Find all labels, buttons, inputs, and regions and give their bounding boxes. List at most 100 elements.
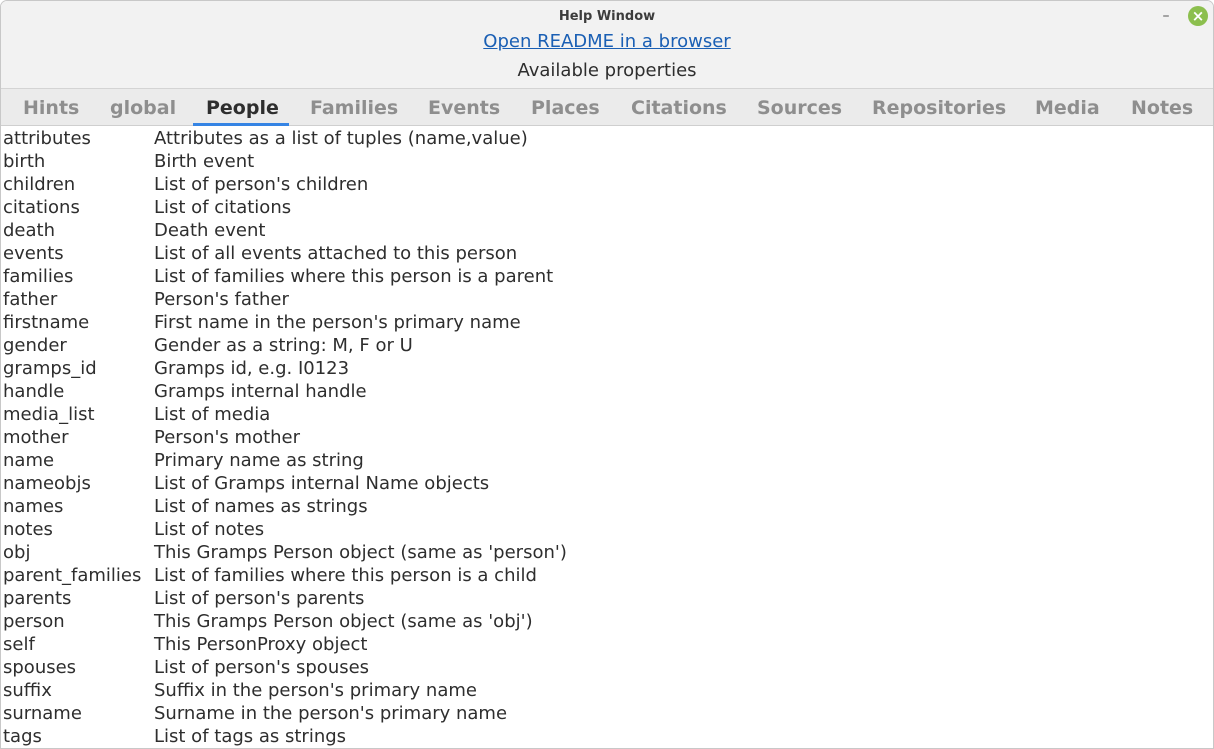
- tab-hints[interactable]: Hints: [23, 97, 79, 119]
- open-readme-link[interactable]: Open README in a browser: [1, 31, 1213, 52]
- minimize-button[interactable]: –: [1158, 7, 1174, 25]
- property-name: tags: [3, 726, 42, 747]
- property-name: death: [3, 220, 55, 241]
- table-row: parents List of person's parents: [1, 587, 1213, 610]
- property-description: This PersonProxy object: [154, 634, 368, 655]
- property-description: This Gramps Person object (same as 'obj'…: [154, 611, 533, 632]
- properties-table: attributes Attributes as a list of tuples…: [1, 127, 1213, 748]
- property-name: father: [3, 289, 58, 310]
- table-row: citations List of citations: [1, 196, 1213, 219]
- table-row: nameobjs List of Gramps internal Name obj…: [1, 472, 1213, 495]
- table-row: spouses List of person's spouses: [1, 656, 1213, 679]
- property-description: Person's father: [154, 289, 289, 310]
- table-row: self This PersonProxy object: [1, 633, 1213, 656]
- property-description: List of person's children: [154, 174, 369, 195]
- table-row: firstname First name in the person's prim…: [1, 311, 1213, 334]
- table-row: media_list List of media: [1, 403, 1213, 426]
- table-row: mother Person's mother: [1, 426, 1213, 449]
- title-bar: Help Window – ×: [1, 1, 1213, 31]
- property-name: citations: [3, 197, 80, 218]
- tab-people[interactable]: People: [206, 97, 279, 119]
- window-title: Help Window: [558, 9, 656, 24]
- property-description: Person's mother: [154, 427, 301, 448]
- property-description: Gender as a string: M, F or U: [154, 335, 413, 356]
- table-row: names List of names as strings: [1, 495, 1213, 518]
- property-name: nameobjs: [3, 473, 91, 494]
- property-description: List of media: [154, 404, 271, 425]
- table-row: parent_families List of families where th…: [1, 564, 1213, 587]
- property-description: List of person's parents: [154, 588, 365, 609]
- property-name: obj: [3, 542, 31, 563]
- property-name: mother: [3, 427, 69, 448]
- property-description: List of person's spouses: [154, 657, 370, 678]
- property-description: List of names as strings: [154, 496, 368, 517]
- tab-families[interactable]: Families: [310, 97, 398, 119]
- help-header: Open README in a browser Available prope…: [1, 31, 1213, 88]
- tab-places[interactable]: Places: [531, 97, 600, 119]
- active-tab-indicator: [193, 123, 289, 126]
- property-description: Attributes as a list of tuples (name,val…: [154, 128, 528, 149]
- property-name: birth: [3, 151, 46, 172]
- property-name: handle: [3, 381, 65, 402]
- property-name: self: [3, 634, 35, 655]
- property-description: List of families where this person is a …: [154, 565, 537, 586]
- property-name: parents: [3, 588, 72, 609]
- property-name: notes: [3, 519, 53, 540]
- table-row: death Death event: [1, 219, 1213, 242]
- table-row: gramps_id Gramps id, e.g. I0123: [1, 357, 1213, 380]
- property-description: List of citations: [154, 197, 292, 218]
- tab-repositories[interactable]: Repositories: [872, 97, 1006, 119]
- property-name: suffix: [3, 680, 52, 701]
- property-name: children: [3, 174, 76, 195]
- property-description: Gramps internal handle: [154, 381, 367, 402]
- property-name: parent_families: [3, 565, 142, 586]
- table-row: suffix Suffix in the person's primary nam…: [1, 679, 1213, 702]
- property-name: surname: [3, 703, 82, 724]
- minimize-icon: –: [1162, 8, 1170, 24]
- property-description: First name in the person's primary name: [154, 312, 521, 333]
- table-row: events List of all events attached to thi…: [1, 242, 1213, 265]
- available-properties-label: Available properties: [517, 60, 697, 81]
- table-row: children List of person's children: [1, 173, 1213, 196]
- property-description: Gramps id, e.g. I0123: [154, 358, 350, 379]
- property-name: attributes: [3, 128, 91, 149]
- property-name: names: [3, 496, 64, 517]
- table-row: surname Surname in the person's primary n…: [1, 702, 1213, 725]
- tab-media[interactable]: Media: [1035, 97, 1100, 119]
- table-row: name Primary name as string: [1, 449, 1213, 472]
- property-name: gender: [3, 335, 67, 356]
- property-description: This Gramps Person object (same as 'pers…: [154, 542, 567, 563]
- property-tabs: Hints global People Families Events Plac…: [1, 88, 1213, 126]
- property-name: spouses: [3, 657, 77, 678]
- table-row: obj This Gramps Person object (same as 'p…: [1, 541, 1213, 564]
- table-row: families List of families where this pers…: [1, 265, 1213, 288]
- property-description: Primary name as string: [154, 450, 364, 471]
- property-description: List of Gramps internal Name objects: [154, 473, 490, 494]
- close-button[interactable]: ×: [1188, 6, 1208, 26]
- property-name: name: [3, 450, 55, 471]
- tab-events[interactable]: Events: [428, 97, 500, 119]
- property-description: List of all events attached to this pers…: [154, 243, 518, 264]
- help-window: Help Window – × Open README in a browser…: [0, 0, 1214, 749]
- tab-global[interactable]: global: [110, 97, 176, 119]
- table-row: father Person's father: [1, 288, 1213, 311]
- table-row: person This Gramps Person object (same as…: [1, 610, 1213, 633]
- tab-notes[interactable]: Notes: [1131, 97, 1193, 119]
- table-row: birth Birth event: [1, 150, 1213, 173]
- property-name: families: [3, 266, 74, 287]
- property-description: Surname in the person's primary name: [154, 703, 508, 724]
- property-description: Suffix in the person's primary name: [154, 680, 477, 701]
- tab-sources[interactable]: Sources: [757, 97, 842, 119]
- close-icon: ×: [1191, 7, 1205, 25]
- property-description: List of notes: [154, 519, 265, 540]
- property-description: Death event: [154, 220, 266, 241]
- property-name: firstname: [3, 312, 90, 333]
- table-row: notes List of notes: [1, 518, 1213, 541]
- property-name: events: [3, 243, 64, 264]
- property-description: List of families where this person is a …: [154, 266, 554, 287]
- tab-citations[interactable]: Citations: [631, 97, 727, 119]
- table-row: gender Gender as a string: M, F or U: [1, 334, 1213, 357]
- property-description: List of tags as strings: [154, 726, 347, 747]
- property-name: media_list: [3, 404, 95, 425]
- property-name: gramps_id: [3, 358, 97, 379]
